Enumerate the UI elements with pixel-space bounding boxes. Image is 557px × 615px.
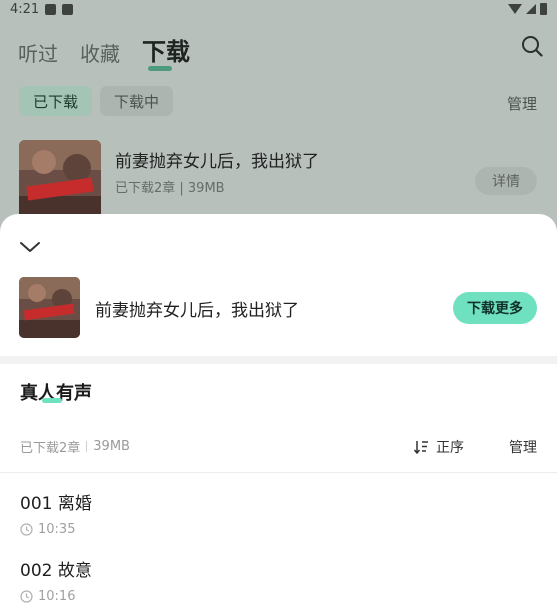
download-filter-tabs: 已下载 下载中 — [19, 86, 174, 116]
bottom-sheet: 前妻抛弃女儿后，我出狱了 下载更多 真人有声 已下载2章 39MB 正序 管理 … — [0, 214, 557, 615]
downloaded-count: 已下载2章 — [20, 440, 81, 456]
separator — [86, 440, 88, 452]
sort-icon — [414, 441, 428, 454]
notification-icon — [45, 3, 57, 15]
wifi-icon — [508, 4, 522, 14]
chapter-item[interactable]: 002 故意 10:16 — [20, 556, 537, 606]
status-bar: 4:21 — [0, 0, 557, 18]
download-list-item[interactable]: 前妻抛弃女儿后，我出狱了 已下载2章 | 39MB 详情 — [19, 140, 537, 220]
section-title-indicator — [42, 398, 62, 403]
download-size: 39MB — [93, 438, 130, 454]
chapter-duration: 10:16 — [20, 589, 537, 604]
sheet-book-title: 前妻抛弃女儿后，我出狱了 — [95, 301, 299, 321]
list-divider — [0, 472, 557, 473]
battery-icon — [540, 3, 547, 15]
clock-icon — [20, 590, 33, 603]
clock-icon — [20, 523, 33, 536]
chip-downloaded[interactable]: 已下载 — [19, 86, 93, 116]
chapter-duration-text: 10:35 — [38, 522, 76, 537]
sort-button[interactable]: 正序 — [414, 437, 464, 457]
chapter-duration-text: 10:16 — [38, 589, 76, 604]
detail-button[interactable]: 详情 — [475, 167, 537, 195]
download-info-row: 已下载2章 39MB 正序 管理 — [20, 437, 537, 457]
status-time: 4:21 — [10, 1, 40, 17]
tab-downloads[interactable]: 下载 — [142, 32, 190, 71]
sheet-book-header: 前妻抛弃女儿后，我出狱了 下载更多 — [19, 277, 537, 338]
manage-button[interactable]: 管理 — [507, 93, 537, 114]
top-tabs: 听过 收藏 下载 — [18, 32, 190, 71]
book-meta: 已下载2章 | 39MB — [115, 181, 225, 196]
book-cover — [19, 140, 101, 220]
chevron-down-icon[interactable] — [19, 239, 41, 255]
section-divider — [0, 356, 557, 364]
search-icon[interactable] — [521, 35, 543, 57]
download-more-button[interactable]: 下载更多 — [453, 292, 537, 324]
tab-favorites[interactable]: 收藏 — [80, 38, 120, 67]
sheet-manage-button[interactable]: 管理 — [509, 437, 537, 457]
notification-icon — [62, 3, 74, 15]
chapter-item[interactable]: 001 离婚 10:35 — [20, 489, 537, 539]
tab-listened[interactable]: 听过 — [18, 38, 58, 67]
signal-icon — [526, 4, 536, 14]
book-title: 前妻抛弃女儿后，我出狱了 — [115, 152, 319, 172]
sort-label: 正序 — [436, 440, 464, 456]
chapter-title: 001 离婚 — [20, 494, 92, 514]
book-cover — [19, 277, 80, 338]
chip-downloading[interactable]: 下载中 — [100, 86, 174, 116]
chapter-title: 002 故意 — [20, 561, 92, 581]
chapter-duration: 10:35 — [20, 522, 537, 537]
